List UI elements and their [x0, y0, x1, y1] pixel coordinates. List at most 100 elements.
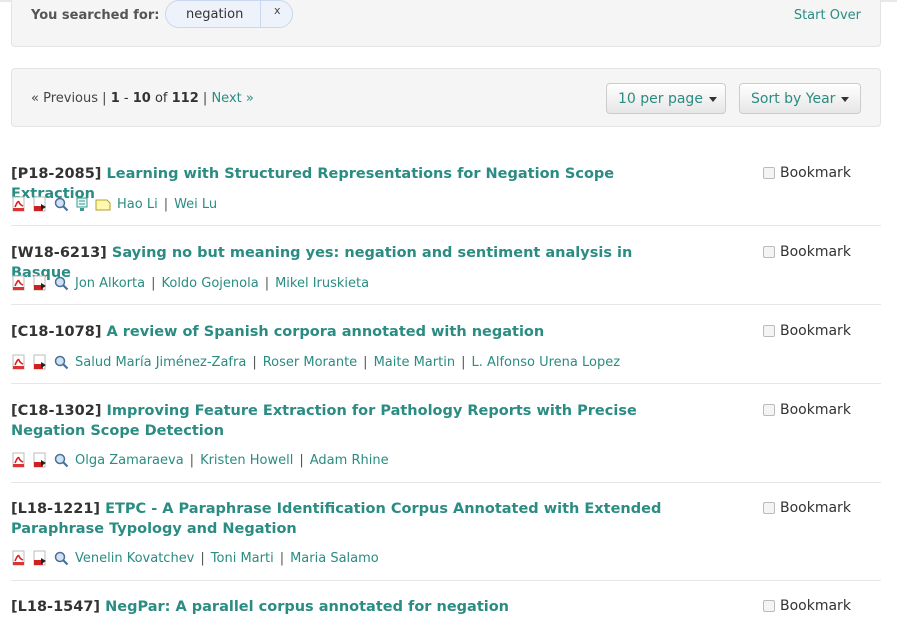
author-list: Venelin Kovatchev | Toni Marti | Maria Salam… [75, 551, 379, 566]
bookmark-checkbox[interactable] [763, 600, 775, 612]
range-of: of [154, 91, 168, 106]
range-start: 1 [110, 91, 120, 106]
author-link[interactable]: Salud María Jiménez-Zafra [75, 355, 246, 370]
next-page-link[interactable]: Next » [211, 91, 253, 106]
per-page-label: 10 per page [618, 91, 703, 107]
sort-dropdown[interactable]: Sort by Year [739, 83, 861, 114]
search-icon[interactable] [53, 354, 69, 370]
paper-id: [C18-1302] [11, 403, 102, 419]
software-icon[interactable] [74, 196, 90, 212]
query-constraint-pill: negation x [165, 0, 293, 28]
paper-id: [P18-2085] [11, 166, 102, 182]
bookmark-label: Bookmark [780, 165, 851, 181]
result-meta: Venelin Kovatchev | Toni Marti | Maria Salam… [11, 549, 379, 567]
author-list: Hao Li | Wei Lu [117, 197, 217, 212]
pdf-icon[interactable] [11, 550, 27, 566]
author-separator: | [279, 550, 285, 566]
author-link[interactable]: Adam Rhine [310, 453, 389, 468]
author-link[interactable]: Hao Li [117, 197, 158, 212]
bib-icon[interactable] [32, 354, 48, 370]
bookmark-label: Bookmark [780, 402, 851, 418]
result-heading: [C18-1302] Improving Feature Extraction … [11, 401, 691, 441]
author-separator: | [363, 354, 368, 370]
remove-constraint-button[interactable]: x [274, 4, 281, 17]
caret-down-icon [708, 96, 717, 102]
bookmark-checkbox[interactable] [763, 502, 775, 514]
author-separator: | [252, 354, 257, 370]
bib-icon[interactable] [32, 550, 48, 566]
bookmark-toggle[interactable]: Bookmark [763, 402, 851, 418]
bookmark-checkbox[interactable] [763, 325, 775, 337]
paper-id: [C18-1078] [11, 324, 102, 340]
author-link[interactable]: Venelin Kovatchev [75, 551, 194, 566]
search-icon[interactable] [53, 452, 69, 468]
start-over-link[interactable]: Start Over [794, 8, 861, 23]
bookmark-checkbox[interactable] [763, 404, 775, 416]
author-separator: | [200, 550, 205, 566]
pagination-bar: « Previous | 1 - 10 of 112 | Next » 10 p… [11, 68, 881, 127]
pill-divider [260, 1, 261, 27]
query-constraint-value[interactable]: negation [186, 7, 243, 22]
bookmark-toggle[interactable]: Bookmark [763, 598, 851, 614]
bookmark-checkbox[interactable] [763, 246, 775, 258]
bookmark-toggle[interactable]: Bookmark [763, 165, 851, 181]
bookmark-toggle[interactable]: Bookmark [763, 244, 851, 260]
author-separator: | [189, 452, 195, 468]
paper-id: [L18-1221] [11, 501, 101, 517]
author-separator: | [264, 275, 270, 291]
pdf-icon[interactable] [11, 196, 27, 212]
paper-title-link[interactable]: NegPar: A parallel corpus annotated for … [105, 599, 509, 615]
paper-title-link[interactable]: ETPC - A Paraphrase Identification Corpu… [11, 501, 661, 537]
range-dash: - [123, 91, 129, 106]
author-list: Olga Zamaraeva | Kristen Howell | Adam Rhine [75, 453, 389, 468]
search-icon[interactable] [53, 275, 69, 291]
search-constraints-bar: You searched for: negation x Start Over [11, 0, 881, 47]
author-link[interactable]: Jon Alkorta [75, 276, 145, 291]
caret-down-icon [841, 96, 850, 102]
bookmark-toggle[interactable]: Bookmark [763, 500, 851, 516]
paper-title-link[interactable]: A review of Spanish corpora annotated wi… [107, 324, 545, 340]
bib-icon[interactable] [32, 275, 48, 291]
author-separator: | [299, 452, 304, 468]
search-icon[interactable] [53, 550, 69, 566]
author-link[interactable]: Maite Martin [374, 355, 456, 370]
pager-separator: | [202, 91, 208, 106]
author-list: Jon Alkorta | Koldo Gojenola | Mikel Iruskie… [75, 276, 369, 291]
author-list: Salud María Jiménez-Zafra | Roser Morante |… [75, 355, 620, 370]
author-link[interactable]: Mikel Iruskieta [275, 276, 369, 291]
author-link[interactable]: Kristen Howell [200, 453, 293, 468]
note-icon[interactable] [95, 196, 111, 212]
author-separator: | [151, 275, 156, 291]
result-meta: Hao Li | Wei Lu [11, 195, 217, 213]
author-link[interactable]: Olga Zamaraeva [75, 453, 184, 468]
author-separator: | [461, 354, 466, 370]
author-link[interactable]: Roser Morante [263, 355, 357, 370]
bookmark-checkbox[interactable] [763, 167, 775, 179]
sort-label: Sort by Year [751, 91, 836, 107]
per-page-dropdown[interactable]: 10 per page [606, 83, 726, 114]
result-item: [C18-1078] A review of Spanish corpora a… [11, 318, 881, 384]
bookmark-toggle[interactable]: Bookmark [763, 323, 851, 339]
you-searched-label: You searched for: [31, 8, 160, 23]
pdf-icon[interactable] [11, 275, 27, 291]
author-link[interactable]: Koldo Gojenola [161, 276, 258, 291]
pdf-icon[interactable] [11, 452, 27, 468]
bookmark-label: Bookmark [780, 244, 851, 260]
bib-icon[interactable] [32, 452, 48, 468]
pager-separator: | [102, 91, 107, 106]
author-link[interactable]: Maria Salamo [290, 551, 379, 566]
author-link[interactable]: Wei Lu [174, 197, 217, 212]
result-heading: [L18-1547] NegPar: A parallel corpus ann… [11, 597, 691, 617]
result-meta: Jon Alkorta | Koldo Gojenola | Mikel Iruskie… [11, 274, 369, 292]
result-heading: [L18-1221] ETPC - A Paraphrase Identific… [11, 499, 691, 539]
result-item: [P18-2085] Learning with Structured Repr… [11, 160, 881, 226]
range-end: 10 [132, 91, 151, 106]
paper-title-link[interactable]: Improving Feature Extraction for Patholo… [11, 403, 637, 439]
author-link[interactable]: Toni Marti [211, 551, 274, 566]
paper-id: [L18-1547] [11, 599, 101, 615]
pdf-icon[interactable] [11, 354, 27, 370]
search-icon[interactable] [53, 196, 69, 212]
bib-icon[interactable] [32, 196, 48, 212]
result-item: [L18-1221] ETPC - A Paraphrase Identific… [11, 495, 881, 581]
author-link[interactable]: L. Alfonso Urena Lopez [471, 355, 620, 370]
